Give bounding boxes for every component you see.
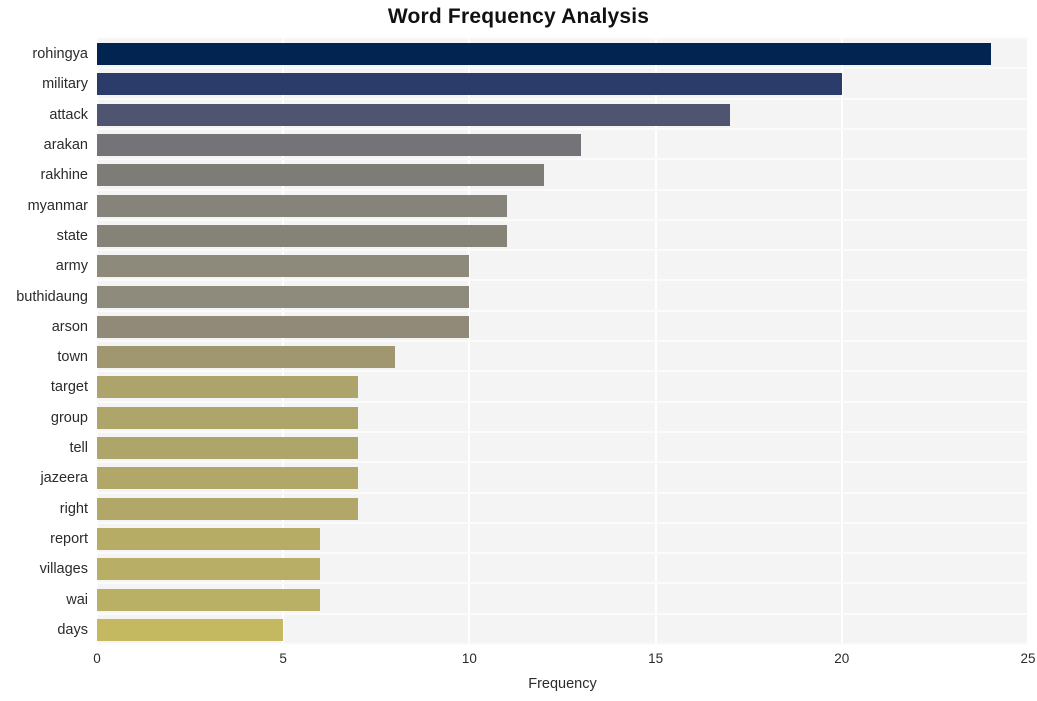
gridline-horizontal <box>97 582 1028 585</box>
bar[interactable] <box>97 406 358 429</box>
gridline-horizontal <box>97 612 1028 615</box>
y-axis-tick-label: tell <box>69 440 88 457</box>
gridline-horizontal <box>97 279 1028 282</box>
y-axis-tick-label: town <box>57 349 88 366</box>
bar[interactable] <box>97 437 358 460</box>
gridline-horizontal <box>97 127 1028 130</box>
chart-title: Word Frequency Analysis <box>387 5 650 28</box>
y-axis-tick-label: army <box>55 258 88 275</box>
gridline-horizontal <box>97 370 1028 373</box>
bar[interactable] <box>97 467 358 490</box>
y-axis-tick-label: military <box>42 76 88 93</box>
bar[interactable] <box>97 164 544 187</box>
x-axis-title: Frequency <box>528 676 597 692</box>
gridline-horizontal <box>97 340 1028 342</box>
x-axis-tick-label: 0 <box>93 651 101 666</box>
gridline-horizontal <box>97 521 1028 524</box>
gridline-horizontal <box>97 67 1028 70</box>
y-axis-tick-label: villages <box>39 561 88 578</box>
bar[interactable] <box>97 103 731 126</box>
bar[interactable] <box>97 558 321 581</box>
gridline-horizontal <box>97 461 1028 464</box>
bar[interactable] <box>97 285 470 308</box>
bar[interactable] <box>97 134 582 157</box>
bar[interactable] <box>97 497 358 520</box>
gridline-horizontal <box>97 158 1028 161</box>
bar[interactable] <box>97 346 395 369</box>
y-axis-tick-label: rohingya <box>32 46 88 63</box>
gridline-horizontal <box>97 430 1028 433</box>
y-axis-tick-label: group <box>50 409 88 426</box>
bar[interactable] <box>97 255 470 278</box>
bar[interactable] <box>97 527 321 550</box>
gridline-horizontal <box>97 97 1028 100</box>
y-axis-tick-label: wai <box>66 591 88 608</box>
gridline-horizontal <box>97 552 1028 555</box>
y-axis-tick-label: days <box>57 621 88 638</box>
gridline-horizontal <box>97 188 1028 191</box>
bar[interactable] <box>97 194 507 217</box>
y-axis-tick-label: buthidaung <box>16 288 88 305</box>
gridline-horizontal <box>97 309 1028 312</box>
bar[interactable] <box>97 73 842 96</box>
bar[interactable] <box>97 224 507 247</box>
x-axis: 0 5 10 15 20 25 Frequency <box>0 643 1037 701</box>
y-axis-tick-label: report <box>50 530 88 547</box>
gridline-horizontal <box>97 218 1028 221</box>
y-axis-tick-label: rakhine <box>40 167 88 184</box>
bar[interactable] <box>97 376 358 399</box>
gridline-horizontal <box>97 491 1028 494</box>
bar[interactable] <box>97 618 284 641</box>
x-axis-tick-label: 15 <box>648 651 664 666</box>
y-axis-tick-label: attack <box>49 106 88 123</box>
x-axis-tick-label: 10 <box>461 651 477 666</box>
y-axis-tick-label: arson <box>51 318 88 335</box>
y-axis-tick-label: right <box>59 500 88 517</box>
chart-figure: Word Frequency Analysis rohingya military… <box>0 0 1037 701</box>
y-axis-tick-label: myanmar <box>27 197 88 214</box>
x-axis-tick-label: 25 <box>1020 651 1036 666</box>
x-axis-tick-label: 20 <box>834 651 850 666</box>
y-axis-tick-label: arakan <box>43 137 88 154</box>
y-axis-tick-label: target <box>50 379 88 396</box>
bar[interactable] <box>97 43 991 66</box>
bar[interactable] <box>97 315 470 338</box>
gridline-horizontal <box>97 400 1028 403</box>
y-axis-tick-label: state <box>56 227 88 244</box>
x-axis-tick-label: 5 <box>279 651 287 666</box>
plot-area <box>96 37 1029 645</box>
bar[interactable] <box>97 588 321 611</box>
y-axis-tick-label: jazeera <box>40 470 88 487</box>
gridline-horizontal <box>97 249 1028 252</box>
gridline-horizontal <box>97 37 1028 39</box>
